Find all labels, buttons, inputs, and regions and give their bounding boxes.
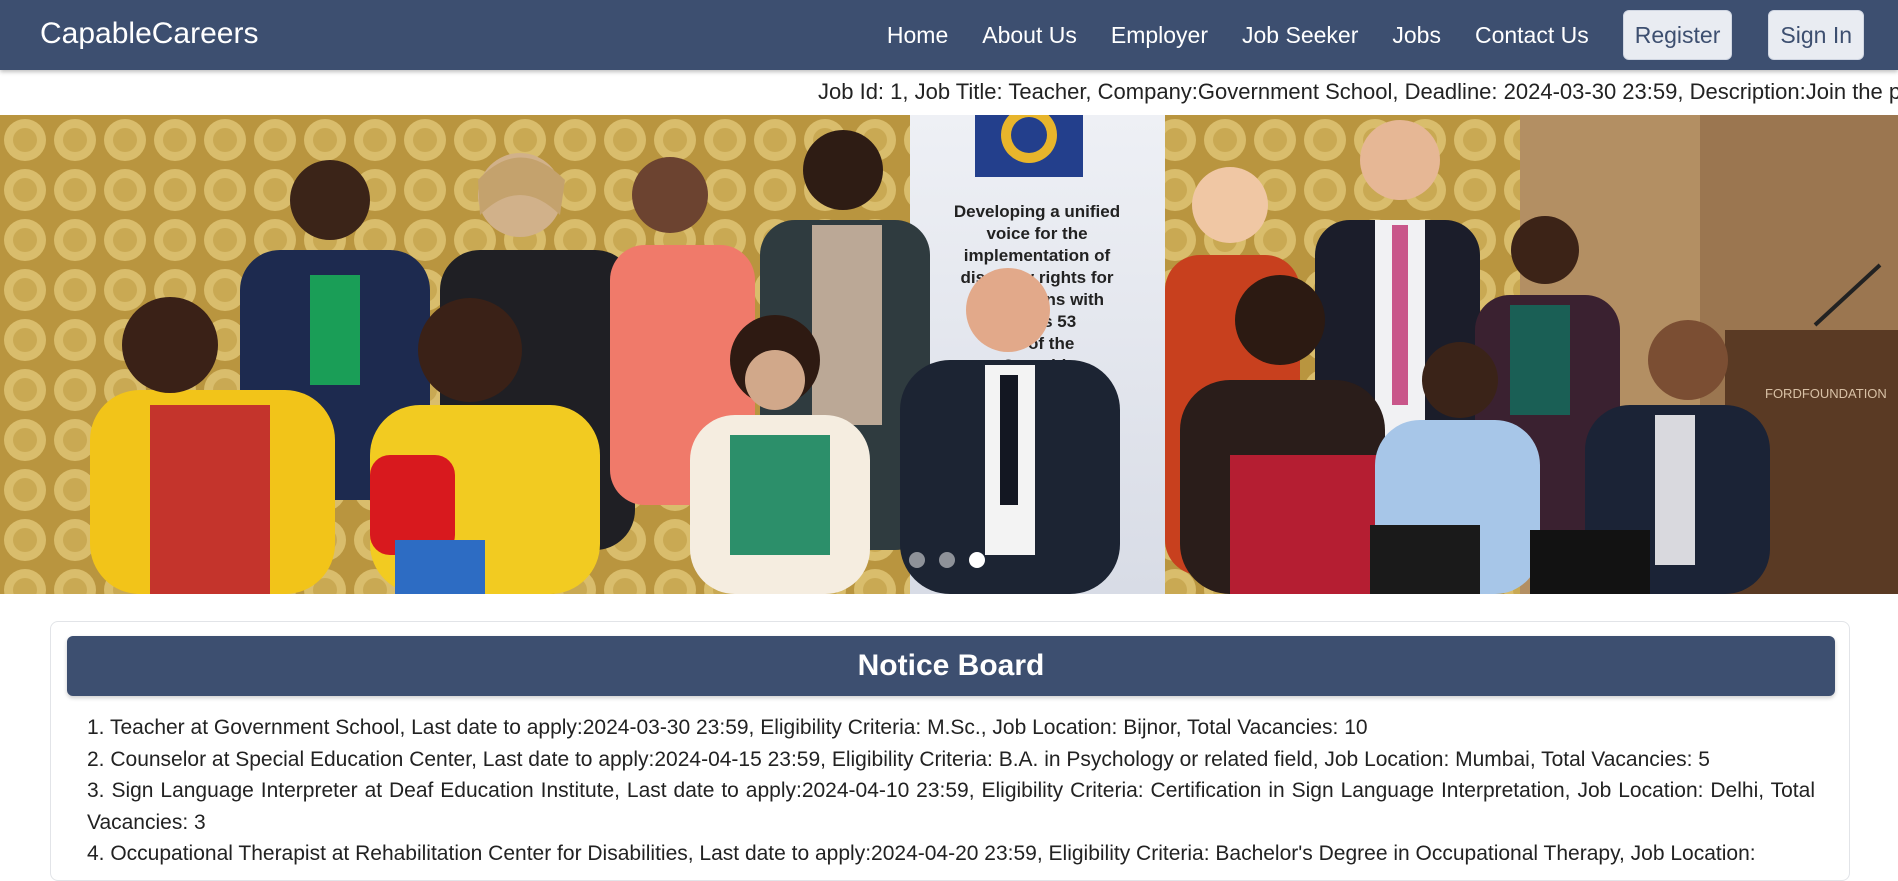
- job-ticker: Job Id: 1, Job Title: Teacher, Company:G…: [0, 70, 1898, 115]
- notice-list: 1. Teacher at Government School, Last da…: [87, 712, 1815, 870]
- notice-item-3: 3. Sign Language Interpreter at Deaf Edu…: [87, 779, 1815, 834]
- carousel-indicator-1[interactable]: [909, 552, 925, 568]
- nav-about-link[interactable]: About Us: [982, 22, 1077, 49]
- banner-photo: FORDFOUNDATION Developing a unified voic…: [0, 115, 1898, 594]
- brand-logo[interactable]: CapableCareers: [40, 17, 258, 51]
- notice-item-4: 4. Occupational Therapist at Rehabilitat…: [87, 842, 1756, 865]
- nav-employer-link[interactable]: Employer: [1111, 22, 1208, 49]
- nav-jobs-link[interactable]: Jobs: [1392, 22, 1441, 49]
- carousel-indicators: [909, 552, 999, 568]
- register-button[interactable]: Register: [1622, 10, 1733, 60]
- svg-text:implementation of: implementation of: [964, 246, 1111, 265]
- navbar: CapableCareers Home About Us Employer Jo…: [0, 0, 1898, 70]
- svg-text:voice for the: voice for the: [986, 224, 1087, 243]
- svg-text:Developing a unified: Developing a unified: [954, 202, 1120, 221]
- signin-button[interactable]: Sign In: [1768, 10, 1864, 60]
- banner-watermark: FORDFOUNDATION: [1765, 386, 1887, 401]
- banner-carousel[interactable]: FORDFOUNDATION Developing a unified voic…: [0, 115, 1898, 594]
- notice-item-2: 2. Counselor at Special Education Center…: [87, 747, 1710, 771]
- carousel-indicator-3[interactable]: [969, 552, 985, 568]
- nav-home-link[interactable]: Home: [887, 22, 948, 49]
- nav-jobseeker-link[interactable]: Job Seeker: [1242, 22, 1358, 49]
- ticker-text: Job Id: 1, Job Title: Teacher, Company:G…: [818, 79, 1898, 104]
- notice-board-card: Notice Board 1. Teacher at Government Sc…: [50, 621, 1850, 881]
- nav-links: Home About Us Employer Job Seeker Jobs C…: [887, 0, 1898, 70]
- notice-item-1: 1. Teacher at Government School, Last da…: [87, 716, 1368, 739]
- nav-contact-link[interactable]: Contact Us: [1475, 22, 1589, 49]
- notice-board-title: Notice Board: [67, 636, 1835, 696]
- carousel-indicator-2[interactable]: [939, 552, 955, 568]
